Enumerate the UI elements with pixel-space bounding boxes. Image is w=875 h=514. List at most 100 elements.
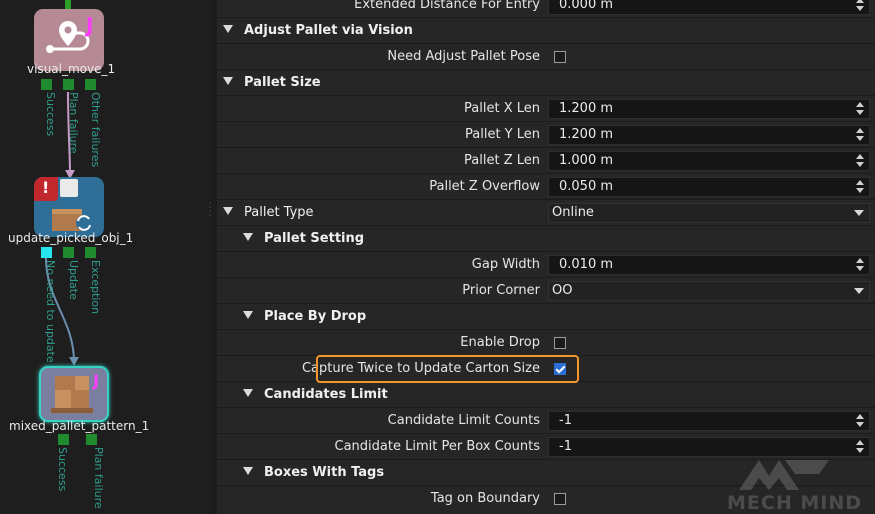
enable-drop-checkbox[interactable]: [554, 337, 566, 349]
pallet-z-overflow-spinbox[interactable]: 0.050 m: [548, 177, 870, 197]
field-value: 1.200 m: [559, 127, 614, 142]
spin-arrows-icon[interactable]: [856, 258, 865, 272]
port-label: Plan failure: [67, 92, 80, 154]
node-label: mixed_pallet_pattern_1: [9, 419, 150, 433]
gap-width-spinbox[interactable]: 0.010 m: [548, 255, 870, 275]
output-port-success[interactable]: [58, 434, 69, 445]
port-label: No need to update: [44, 260, 57, 363]
graph-canvas[interactable]: J visual_move_1 Success Plan failure Oth…: [0, 0, 210, 514]
field-value: 1.200 m: [559, 101, 614, 116]
prop-label: Prior Corner: [462, 283, 540, 298]
section-pallet-size[interactable]: Pallet Size: [217, 70, 875, 96]
wire-arrowhead: [69, 357, 79, 366]
jump-badge-icon: J: [86, 13, 94, 37]
property-panel: Extended Distance For Entry 0.000 m Adju…: [217, 0, 875, 514]
prop-label: Pallet Y Len: [465, 127, 540, 142]
port-label: Success: [56, 447, 69, 492]
jump-badge-icon: J: [93, 371, 99, 390]
spin-arrows-icon[interactable]: [856, 180, 865, 194]
extended-distance-spinbox[interactable]: 0.000 m: [548, 0, 870, 15]
output-port-success[interactable]: [41, 79, 52, 90]
port-label: Other failures: [89, 92, 102, 168]
output-port-exception[interactable]: [85, 247, 96, 258]
section-title: Pallet Size: [244, 75, 321, 90]
prop-pallet-z-overflow: Pallet Z Overflow 0.050 m: [217, 174, 875, 200]
node-mixed-pallet-pattern[interactable]: J: [39, 366, 109, 422]
node-label: update_picked_obj_1: [8, 231, 134, 245]
candidate-limit-per-box-spinbox[interactable]: -1: [548, 437, 870, 457]
highlight-annotation: [316, 355, 579, 383]
connection-wires: [45, 91, 79, 366]
section-title: Place By Drop: [264, 309, 367, 324]
prop-label: Gap Width: [471, 257, 540, 272]
collapse-triangle-icon[interactable]: [243, 389, 253, 397]
mech-mind-logo-icon: [739, 460, 829, 490]
splitter-grip-icon[interactable]: · · · ·: [209, 200, 212, 220]
pallet-x-len-spinbox[interactable]: 1.200 m: [548, 99, 870, 119]
pallet-type-select[interactable]: Online: [548, 203, 870, 223]
prop-pallet-y-len: Pallet Y Len 1.200 m: [217, 122, 875, 148]
spin-arrows-icon[interactable]: [856, 414, 865, 428]
output-port-plan-failure[interactable]: [63, 79, 74, 90]
field-value: 0.010 m: [559, 257, 614, 272]
field-value: 0.050 m: [559, 179, 614, 194]
pallet-y-len-spinbox[interactable]: 1.200 m: [548, 125, 870, 145]
splitter[interactable]: [210, 0, 217, 514]
section-place-by-drop[interactable]: Place By Drop: [217, 304, 875, 330]
prop-label: Pallet Z Overflow: [429, 179, 540, 194]
prop-prior-corner: Prior Corner OO: [217, 278, 875, 304]
prop-extended-distance: Extended Distance For Entry 0.000 m: [217, 0, 875, 18]
spin-arrows-icon[interactable]: [856, 440, 865, 454]
section-candidates-limit[interactable]: Candidates Limit: [217, 382, 875, 408]
section-pallet-setting[interactable]: Pallet Setting: [217, 226, 875, 252]
prop-label: Enable Drop: [460, 335, 540, 350]
spin-arrows-icon[interactable]: [856, 0, 865, 12]
need-adjust-pose-checkbox[interactable]: [554, 51, 566, 63]
output-port-no-need-to-update[interactable]: [41, 247, 52, 258]
prop-label: Candidate Limit Counts: [387, 413, 540, 428]
prior-corner-select[interactable]: OO: [548, 281, 870, 301]
section-title: Adjust Pallet via Vision: [244, 23, 413, 38]
output-port-plan-failure[interactable]: [86, 434, 97, 445]
output-port-other-failures[interactable]: [85, 79, 96, 90]
collapse-triangle-icon[interactable]: [243, 311, 253, 319]
section-title: Pallet Setting: [264, 231, 365, 246]
prop-candidate-limit-counts: Candidate Limit Counts -1: [217, 408, 875, 434]
chevron-down-icon[interactable]: [854, 288, 864, 294]
prop-label: Need Adjust Pallet Pose: [387, 49, 540, 64]
output-port-update[interactable]: [63, 247, 74, 258]
field-value: -1: [559, 413, 572, 428]
box-update-icon: [52, 179, 92, 231]
section-adjust-pallet[interactable]: Adjust Pallet via Vision: [217, 18, 875, 44]
tag-on-boundary-checkbox[interactable]: [554, 493, 566, 505]
spin-arrows-icon[interactable]: [856, 128, 865, 142]
port-label: Update: [67, 260, 80, 300]
node-input-port[interactable]: [65, 0, 71, 9]
collapse-triangle-icon[interactable]: [223, 25, 233, 33]
section-title: Boxes With Tags: [264, 465, 385, 480]
node-update-picked-obj[interactable]: !: [34, 177, 104, 237]
prop-need-adjust-pose: Need Adjust Pallet Pose: [217, 44, 875, 70]
select-value: OO: [552, 283, 573, 298]
port-label: Success: [44, 92, 57, 137]
prop-label: Candidate Limit Per Box Counts: [334, 439, 540, 454]
collapse-triangle-icon[interactable]: [243, 467, 253, 475]
prop-label: Pallet Type: [244, 205, 314, 220]
collapse-triangle-icon[interactable]: [223, 207, 233, 215]
port-label: Plan failure: [92, 447, 105, 509]
candidate-limit-counts-spinbox[interactable]: -1: [548, 411, 870, 431]
section-title: Candidates Limit: [264, 387, 388, 402]
pallet-z-len-spinbox[interactable]: 1.000 m: [548, 151, 870, 171]
chevron-down-icon[interactable]: [854, 210, 864, 216]
spin-arrows-icon[interactable]: [856, 102, 865, 116]
collapse-triangle-icon[interactable]: [243, 233, 253, 241]
prop-enable-drop: Enable Drop: [217, 330, 875, 356]
spin-arrows-icon[interactable]: [856, 154, 865, 168]
prop-pallet-z-len: Pallet Z Len 1.000 m: [217, 148, 875, 174]
prop-pallet-type[interactable]: Pallet Type Online: [217, 200, 875, 226]
prop-gap-width: Gap Width 0.010 m: [217, 252, 875, 278]
collapse-triangle-icon[interactable]: [223, 77, 233, 85]
watermark-logo: MECH MIND: [727, 456, 872, 514]
prop-label: Tag on Boundary: [430, 491, 540, 506]
prop-pallet-x-len: Pallet X Len 1.200 m: [217, 96, 875, 122]
